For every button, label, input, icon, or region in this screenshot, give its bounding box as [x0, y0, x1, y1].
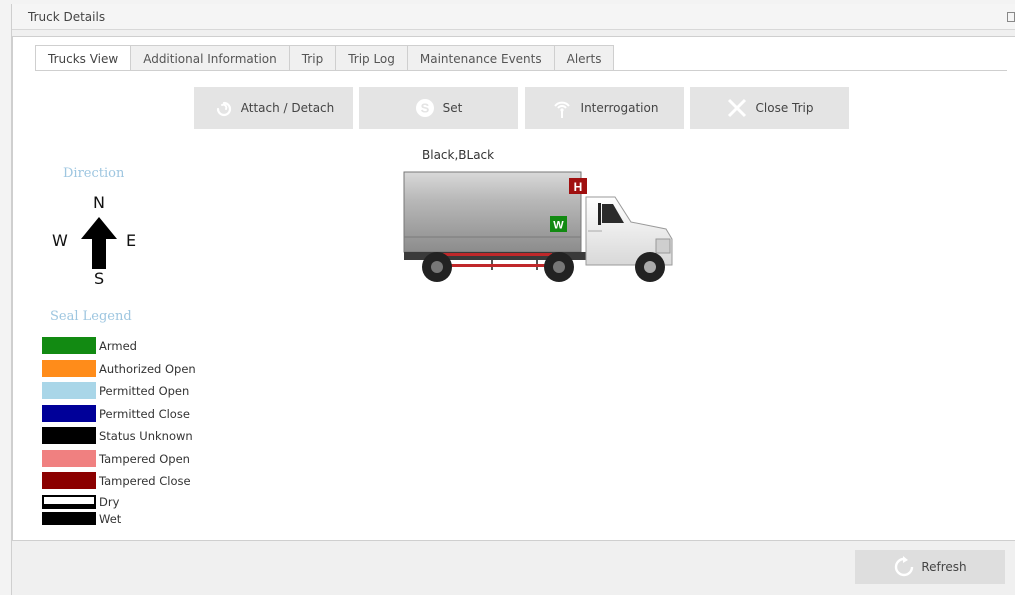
legend-label: Status Unknown — [99, 429, 193, 443]
legend-swatch-status-unknown — [42, 427, 96, 444]
refresh-button[interactable]: Refresh — [855, 550, 1005, 584]
window-title: Truck Details — [28, 10, 106, 24]
link-icon — [213, 98, 233, 118]
tab-trucks-view[interactable]: Trucks View — [35, 45, 132, 71]
svg-text:S: S — [420, 101, 429, 116]
set-button[interactable]: S Set — [359, 87, 518, 129]
legend-swatch-tampered-open — [42, 449, 96, 467]
legend-label: Dry — [99, 494, 120, 509]
tab-divider — [35, 70, 1007, 71]
legend-label: Armed — [99, 339, 137, 353]
compass-west-label: W — [52, 231, 68, 250]
signal-icon — [551, 97, 573, 119]
tab-alerts[interactable]: Alerts — [554, 45, 615, 71]
legend-label: Tampered Close — [99, 474, 191, 488]
direction-label: Direction — [63, 166, 125, 181]
seal-legend-label: Seal Legend — [50, 309, 132, 324]
seal-marker-w[interactable]: W — [550, 216, 567, 232]
attach-detach-label: Attach / Detach — [240, 101, 335, 115]
tab-trip[interactable]: Trip — [289, 45, 337, 71]
main-panel: Trucks View Additional Information Trip … — [12, 36, 1015, 541]
legend-swatch-armed — [42, 337, 96, 354]
truck-details-window: Truck Details Trucks View Additional Inf… — [11, 4, 1015, 595]
tab-maintenance-events[interactable]: Maintenance Events — [407, 45, 555, 71]
title-bar: Truck Details — [12, 4, 1015, 30]
legend-label: Wet — [99, 511, 122, 526]
legend-swatch-permitted-open — [42, 382, 96, 399]
north-arrow-icon — [81, 217, 117, 269]
legend-swatch-authorized-open — [42, 359, 96, 377]
close-trip-label: Close Trip — [755, 101, 814, 115]
compass-north-label: N — [93, 193, 105, 212]
legend-label: Permitted Close — [99, 406, 190, 421]
seal-marker-h-label: H — [574, 180, 583, 194]
legend-swatch-permitted-close — [42, 404, 96, 422]
interrogation-label: Interrogation — [580, 101, 659, 115]
tab-trip-log[interactable]: Trip Log — [336, 45, 408, 71]
legend-swatch-dry — [42, 494, 96, 509]
direction-compass: N W E S — [51, 193, 151, 293]
tab-bar: Trucks View Additional Information Trip … — [35, 45, 615, 71]
truck-icon[interactable]: H W — [402, 167, 687, 287]
attach-detach-button[interactable]: Attach / Detach — [194, 87, 353, 129]
legend-label: Authorized Open — [99, 361, 196, 376]
maximize-icon[interactable] — [1007, 12, 1015, 22]
legend-swatch-tampered-close — [42, 472, 96, 489]
seal-marker-h[interactable]: H — [569, 178, 587, 194]
close-trip-button[interactable]: Close Trip — [690, 87, 849, 129]
truck-name-label: Black,BLack — [422, 148, 495, 162]
compass-south-label: S — [94, 269, 105, 288]
refresh-icon — [893, 556, 915, 578]
close-x-icon — [726, 97, 748, 119]
legend-label: Permitted Open — [99, 384, 190, 398]
set-s-icon: S — [415, 98, 435, 118]
refresh-label: Refresh — [921, 560, 967, 574]
interrogation-button[interactable]: Interrogation — [525, 87, 684, 129]
compass-east-label: E — [126, 231, 137, 250]
seal-marker-w-label: W — [553, 220, 564, 232]
legend-label: Tampered Open — [99, 451, 190, 466]
legend-swatch-wet — [42, 511, 96, 525]
set-label: Set — [442, 101, 463, 115]
tab-additional-information[interactable]: Additional Information — [131, 45, 290, 71]
